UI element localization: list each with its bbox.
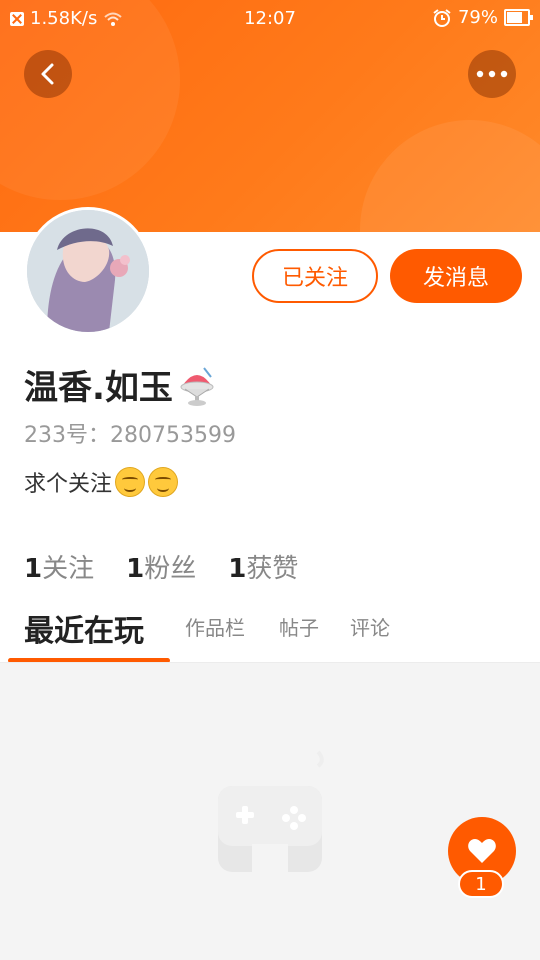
tab-posts[interactable]: 帖子 — [279, 612, 319, 641]
tab-comments[interactable]: 评论 — [350, 612, 390, 641]
more-icon — [476, 70, 508, 78]
alarm-icon — [433, 8, 451, 27]
stat-number: 1 — [228, 554, 247, 584]
heart-icon — [468, 839, 496, 863]
username-text: 温香.如玉 — [24, 368, 173, 408]
like-count-badge: 1 — [458, 870, 504, 898]
more-button[interactable] — [468, 50, 516, 98]
stat-label: 粉丝 — [144, 554, 197, 584]
tab-recently-played[interactable]: 最近在玩 — [24, 606, 144, 650]
empty-state — [214, 748, 326, 878]
profile-tabs: 最近在玩 作品栏 帖子 评论 — [0, 606, 540, 663]
username: 温香.如玉 — [24, 360, 217, 409]
followed-button[interactable]: 已关注 — [252, 249, 378, 303]
back-button[interactable] — [24, 50, 72, 98]
battery-percent: 79% — [457, 7, 498, 28]
user-id: 233号：280753599 — [24, 423, 236, 448]
gamepad-icon — [218, 750, 324, 872]
shaved-ice-icon — [180, 366, 214, 406]
send-message-button[interactable]: 发消息 — [390, 249, 522, 303]
smile-emoji-icon — [148, 467, 179, 497]
user-bio: 求个关注 — [24, 466, 179, 498]
stat-likes[interactable]: 1获赞 — [228, 548, 298, 585]
tab-works[interactable]: 作品栏 — [185, 612, 245, 641]
battery-icon — [504, 9, 533, 26]
avatar[interactable] — [24, 207, 152, 335]
smile-emoji-icon — [115, 467, 146, 497]
tabs-divider — [0, 662, 540, 663]
stat-following[interactable]: 1关注 — [24, 548, 94, 585]
stat-number: 1 — [24, 554, 43, 584]
stat-label: 关注 — [42, 554, 95, 584]
back-icon — [41, 63, 54, 85]
stat-label: 获赞 — [246, 554, 299, 584]
stat-fans[interactable]: 1粉丝 — [126, 548, 196, 585]
stat-number: 1 — [126, 554, 145, 584]
bio-text: 求个关注 — [24, 472, 113, 497]
status-bar: 1.58K/s 12:07 79% — [0, 0, 540, 40]
avatar-illustration — [27, 210, 149, 332]
stats-row: 1关注 1粉丝 1获赞 — [24, 548, 298, 585]
